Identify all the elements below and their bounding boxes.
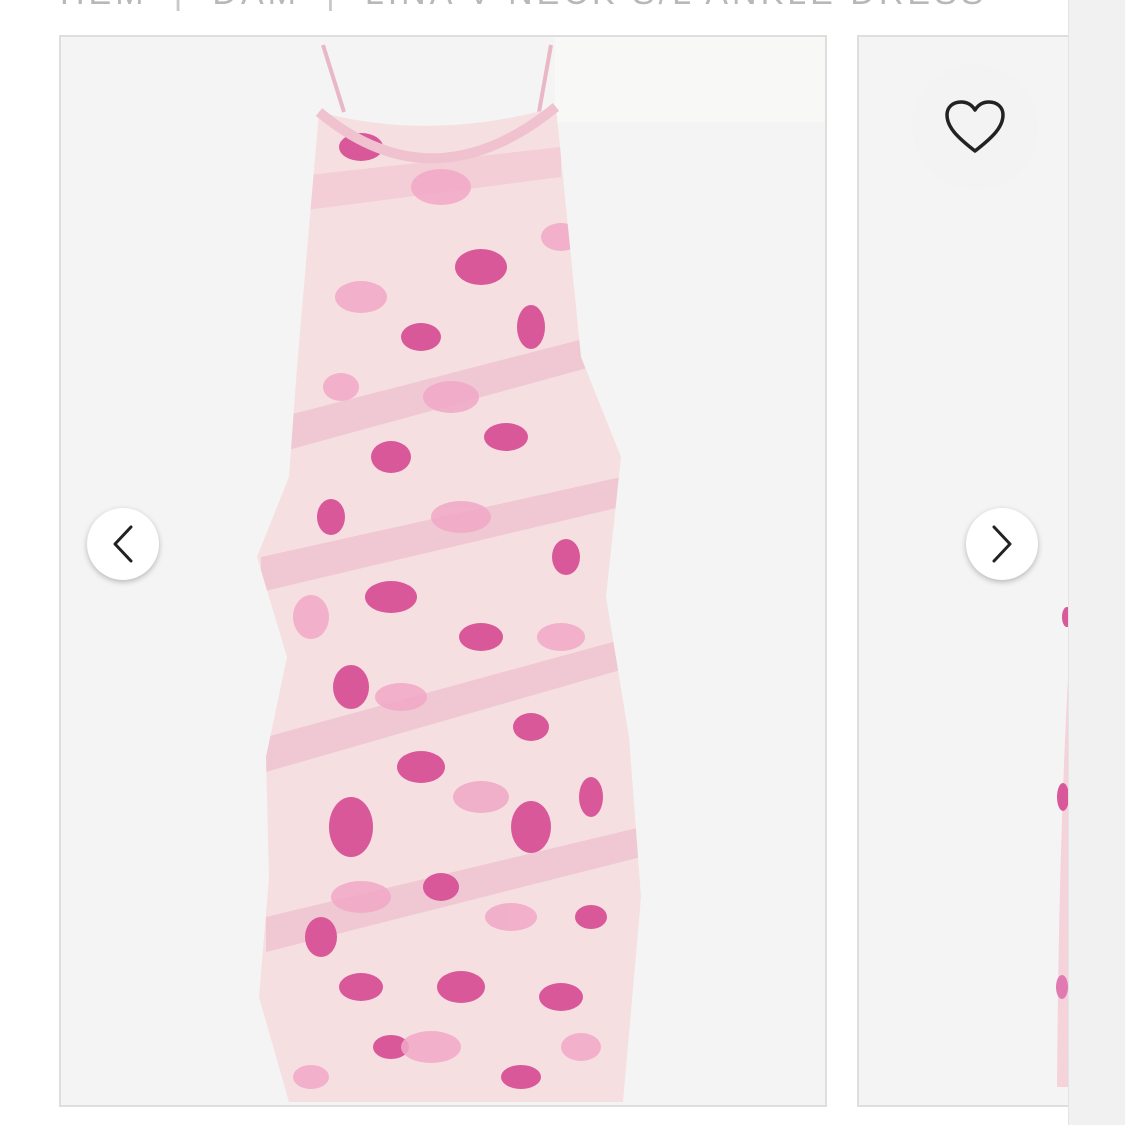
next-image-button[interactable] xyxy=(966,508,1038,580)
wishlist-button[interactable] xyxy=(912,64,1038,190)
breadcrumb-item-women[interactable]: DAM xyxy=(212,0,300,13)
product-image-next[interactable] xyxy=(857,35,1068,1107)
heart-outline-icon xyxy=(945,100,1005,153)
product-image-gallery: HEM | DAM | LINA V-NECK S/L ANKLE DRESS xyxy=(0,0,1068,1125)
product-image-main[interactable] xyxy=(59,35,827,1107)
breadcrumb: HEM | DAM | LINA V-NECK S/L ANKLE DRESS xyxy=(60,0,987,12)
chevron-left-icon xyxy=(113,525,133,563)
dress-photo-partial xyxy=(1056,607,1068,1087)
breadcrumb-separator: | xyxy=(174,0,187,13)
breadcrumb-item-home[interactable]: HEM xyxy=(60,0,148,13)
dress-photo xyxy=(257,44,641,1102)
chevron-right-icon xyxy=(992,525,1012,563)
previous-image-button[interactable] xyxy=(87,508,159,580)
breadcrumb-separator: | xyxy=(326,0,339,13)
page-right-edge xyxy=(1068,0,1125,1125)
breadcrumb-item-product: LINA V-NECK S/L ANKLE DRESS xyxy=(365,0,988,13)
